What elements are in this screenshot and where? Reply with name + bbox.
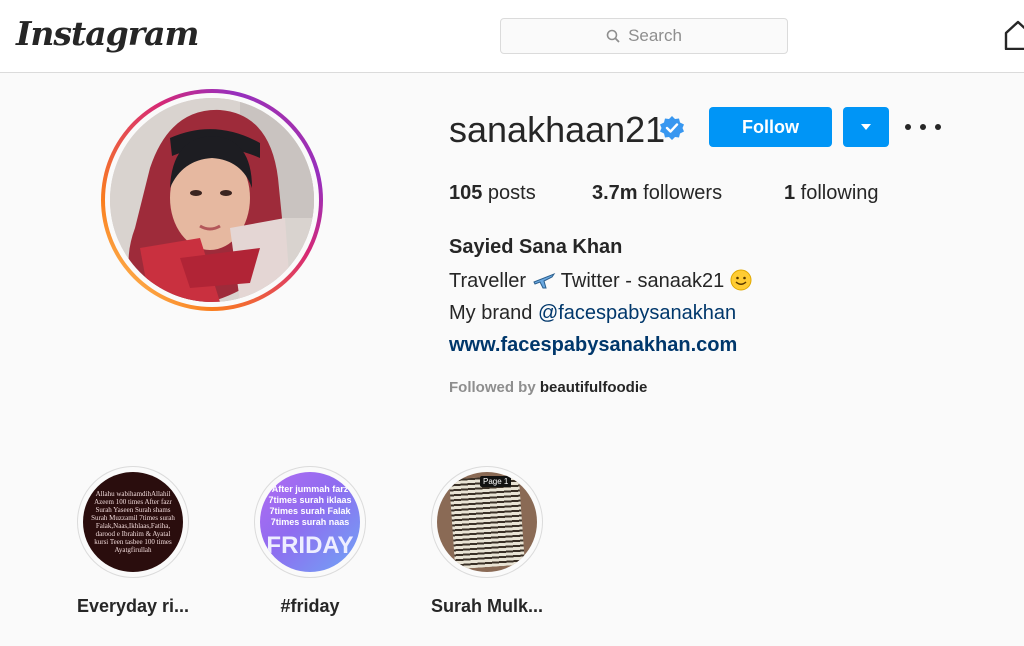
dot-icon [920, 124, 926, 130]
follow-button[interactable]: Follow [709, 107, 832, 147]
followers-label: followers [637, 182, 723, 204]
following-stat-link[interactable]: 1 following [784, 182, 879, 205]
followed-by-text: Followed by beautifulfoodie [449, 379, 647, 396]
dot-icon [935, 124, 941, 130]
smiley-emoji-icon [730, 269, 752, 291]
bio-line-1: Traveller Twitter - sanaak21 [449, 269, 752, 293]
posts-label: posts [482, 182, 536, 204]
bio-text: Twitter - sanaak21 [555, 270, 730, 292]
highlight-cover-text: Allahu wabihamdihAllahil Azeem 100 times… [91, 490, 175, 554]
more-options-button[interactable] [905, 112, 941, 142]
highlight-label[interactable]: Everyday ri... [53, 596, 213, 617]
following-label: following [795, 182, 879, 204]
search-placeholder: Search [628, 26, 682, 45]
caret-down-icon [861, 124, 871, 130]
story-highlight-everyday[interactable]: Allahu wabihamdihAllahil Azeem 100 times… [77, 466, 189, 578]
following-count: 1 [784, 182, 796, 204]
highlight-cover: Allahu wabihamdihAllahil Azeem 100 times… [83, 472, 183, 572]
highlight-cover-title: FRIDAY [266, 532, 354, 559]
instagram-logo[interactable]: Instagram [16, 14, 199, 53]
bio-text: My brand [449, 302, 538, 324]
highlight-cover: Page 1 [437, 472, 537, 572]
profile-full-name: Sayied Sana Khan [449, 236, 623, 258]
story-highlight-surah-mulk[interactable]: Page 1 [431, 466, 543, 578]
highlight-cover-text: 7times surah Falak [269, 506, 351, 516]
highlight-ring: Page 1 [431, 466, 543, 578]
bio-text: Traveller [449, 270, 532, 292]
followed-by-user-link[interactable]: beautifulfoodie [540, 379, 648, 396]
highlight-ring: Allahu wabihamdihAllahil Azeem 100 times… [77, 466, 189, 578]
home-icon[interactable] [1004, 20, 1024, 50]
highlight-cover-text: After jummah farz [271, 484, 349, 494]
search-input[interactable]: Search [500, 18, 788, 54]
highlight-cover-text: 7times surah iklaas [268, 495, 352, 505]
airplane-emoji-icon [532, 272, 555, 289]
top-navigation-bar: Instagram Search [0, 0, 1024, 73]
search-icon [606, 29, 620, 43]
highlight-label[interactable]: Surah Mulk... [407, 596, 567, 617]
highlight-cover: After jummah farz 7times surah iklaas 7t… [260, 472, 360, 572]
posts-count: 105 [449, 182, 483, 204]
page-image [448, 474, 526, 570]
followers-count: 3.7m [592, 182, 638, 204]
verified-badge-icon [660, 116, 684, 140]
posts-count-stat: 105 posts [449, 182, 536, 205]
page-tag: Page 1 [480, 476, 512, 487]
bio-line-2: My brand @facespabysanakhan [449, 302, 736, 325]
highlight-cover-text: 7times surah naas [270, 517, 350, 527]
suggestions-dropdown-button[interactable] [843, 107, 889, 147]
dot-icon [905, 124, 911, 130]
story-highlight-friday[interactable]: After jummah farz 7times surah iklaas 7t… [254, 466, 366, 578]
profile-username: sanakhaan21 [449, 109, 666, 150]
brand-mention-link[interactable]: @facespabysanakhan [538, 302, 736, 324]
followers-stat-link[interactable]: 3.7m followers [592, 182, 722, 205]
website-link[interactable]: www.facespabysanakhan.com [449, 334, 737, 357]
highlight-ring: After jummah farz 7times surah iklaas 7t… [254, 466, 366, 578]
highlight-label[interactable]: #friday [230, 596, 390, 617]
profile-avatar[interactable] [110, 98, 314, 302]
followed-by-prefix: Followed by [449, 379, 540, 396]
